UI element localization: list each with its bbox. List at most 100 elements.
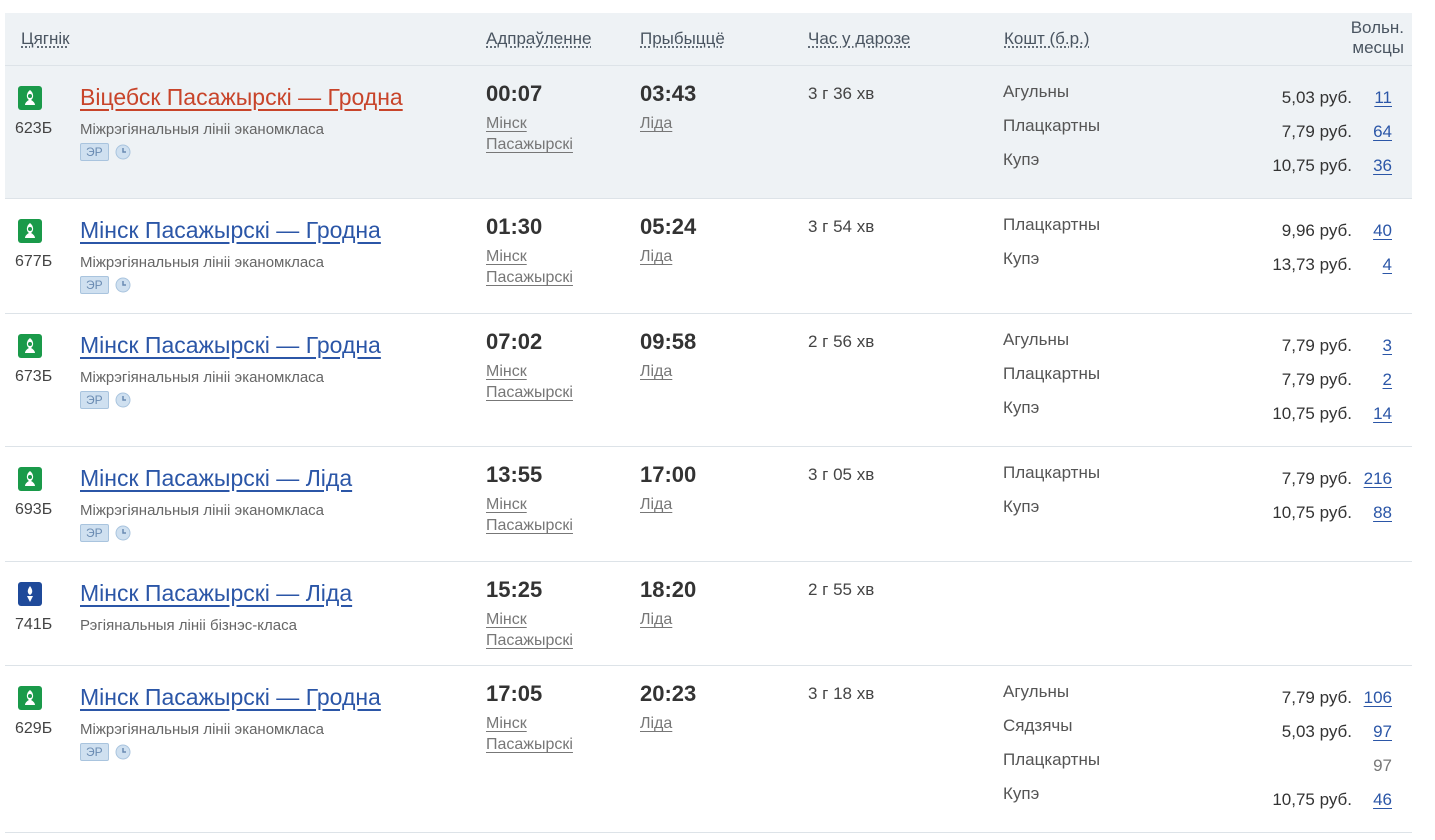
- route-link[interactable]: Мінск Пасажырскі — Гродна: [80, 217, 381, 244]
- travel-duration: 3 г 05 хв: [808, 465, 875, 484]
- class-name: Купэ: [1003, 497, 1040, 516]
- green-train-icon: [18, 686, 42, 710]
- green-train-icon: [18, 334, 42, 358]
- train-number: 677Б: [15, 253, 53, 270]
- departure-station[interactable]: Мінск Пасажырскі: [486, 361, 573, 403]
- er-tag: ЭР: [80, 524, 109, 542]
- departure-time: 15:25: [486, 577, 543, 602]
- route-link[interactable]: Мінск Пасажырскі — Гродна: [80, 684, 381, 711]
- departure-time: 01:30: [486, 214, 543, 239]
- free-seats-link[interactable]: 4: [1383, 255, 1392, 275]
- train-type: Міжрэгіянальныя лініі эканомкласа: [80, 121, 325, 138]
- class-name: Плацкартны: [1003, 215, 1101, 234]
- table-row: 623Б Віцебск Пасажырскі — Гродна Міжрэгі…: [5, 66, 1412, 199]
- departure-station[interactable]: Мінск Пасажырскі: [486, 609, 573, 651]
- class-price: 10,75 руб.: [1272, 790, 1352, 809]
- class-price: 7,79 руб.: [1281, 370, 1352, 389]
- free-seats-link[interactable]: 106: [1364, 688, 1392, 708]
- travel-duration: 2 г 56 хв: [808, 332, 875, 351]
- class-price: 13,73 руб.: [1272, 255, 1352, 274]
- free-seats-link[interactable]: 14: [1373, 404, 1392, 424]
- train-tags: ЭР: [80, 276, 131, 294]
- clock-icon: [115, 144, 131, 160]
- header-arrival[interactable]: Прыбыццё: [640, 29, 725, 49]
- train-number: 741Б: [15, 616, 53, 633]
- route-link[interactable]: Мінск Пасажырскі — Ліда: [80, 580, 352, 607]
- er-tag: ЭР: [80, 143, 109, 161]
- departure-station[interactable]: Мінск Пасажырскі: [486, 713, 573, 755]
- free-seats-link[interactable]: 36: [1373, 156, 1392, 176]
- arrival-station[interactable]: Ліда: [640, 494, 672, 515]
- travel-duration: 3 г 54 хв: [808, 217, 875, 236]
- green-train-icon: [18, 467, 42, 491]
- header-cost[interactable]: Кошт (б.р.): [1004, 29, 1089, 49]
- class-name: Агульны: [1003, 682, 1070, 701]
- travel-duration: 2 г 55 хв: [808, 580, 875, 599]
- header-free-seats: Вольн. месцы: [1350, 18, 1404, 57]
- train-schedule-table: Цягнік Адпраўленне Прыбыццё Час у дарозе…: [5, 13, 1412, 833]
- class-price: 10,75 руб.: [1272, 404, 1352, 423]
- train-type: Міжрэгіянальныя лініі эканомкласа: [80, 502, 325, 519]
- er-tag: ЭР: [80, 391, 109, 409]
- header-train[interactable]: Цягнік: [21, 29, 70, 49]
- free-seats-link[interactable]: 88: [1373, 503, 1392, 523]
- arrival-time: 05:24: [640, 214, 697, 239]
- arrival-station[interactable]: Ліда: [640, 609, 672, 630]
- departure-station[interactable]: Мінск Пасажырскі: [486, 113, 573, 155]
- train-type: Рэгіянальныя лініі бізнэс-класа: [80, 617, 297, 634]
- green-train-icon: [18, 219, 42, 243]
- arrival-station[interactable]: Ліда: [640, 361, 672, 382]
- train-type: Міжрэгіянальныя лініі эканомкласа: [80, 254, 325, 271]
- table-row: 677Б Мінск Пасажырскі — Гродна Міжрэгіян…: [5, 199, 1412, 314]
- class-price: 7,79 руб.: [1281, 469, 1352, 488]
- arrival-time: 20:23: [640, 681, 697, 706]
- er-tag: ЭР: [80, 743, 109, 761]
- table-row: 741Б Мінск Пасажырскі — Ліда Рэгіянальны…: [5, 562, 1412, 666]
- class-price: 7,79 руб.: [1281, 122, 1352, 141]
- arrival-station[interactable]: Ліда: [640, 246, 672, 267]
- arrival-station[interactable]: Ліда: [640, 113, 672, 134]
- departure-station[interactable]: Мінск Пасажырскі: [486, 246, 573, 288]
- train-type: Міжрэгіянальныя лініі эканомкласа: [80, 369, 325, 386]
- free-seats-link[interactable]: 2: [1383, 370, 1392, 390]
- class-name: Купэ: [1003, 784, 1040, 803]
- table-header: Цягнік Адпраўленне Прыбыццё Час у дарозе…: [5, 13, 1412, 66]
- class-price: 9,96 руб.: [1281, 221, 1352, 240]
- departure-station[interactable]: Мінск Пасажырскі: [486, 494, 573, 536]
- green-train-icon: [18, 86, 42, 110]
- header-duration[interactable]: Час у дарозе: [808, 29, 910, 49]
- arrival-time: 03:43: [640, 81, 697, 106]
- blue-train-icon: [18, 582, 42, 606]
- train-number: 693Б: [15, 501, 53, 518]
- train-type: Міжрэгіянальныя лініі эканомкласа: [80, 721, 325, 738]
- class-price: 5,03 руб.: [1281, 88, 1352, 107]
- free-seats-link[interactable]: 46: [1373, 790, 1392, 810]
- free-seats-link[interactable]: 11: [1374, 88, 1392, 108]
- train-tags: ЭР: [80, 524, 131, 542]
- departure-time: 07:02: [486, 329, 543, 354]
- er-tag: ЭР: [80, 276, 109, 294]
- free-seats-link[interactable]: 64: [1373, 122, 1392, 142]
- free-seats-link[interactable]: 3: [1383, 336, 1392, 356]
- class-name: Сядзячы: [1003, 716, 1073, 735]
- class-name: Плацкартны: [1003, 463, 1101, 482]
- free-seats-link[interactable]: 216: [1364, 469, 1392, 489]
- arrival-time: 17:00: [640, 462, 697, 487]
- train-tags: ЭР: [80, 391, 131, 409]
- class-name: Агульны: [1003, 82, 1070, 101]
- departure-time: 17:05: [486, 681, 543, 706]
- class-price: 7,79 руб.: [1281, 336, 1352, 355]
- clock-icon: [115, 525, 131, 541]
- free-seats-link[interactable]: 40: [1373, 221, 1392, 241]
- class-name: Купэ: [1003, 150, 1040, 169]
- arrival-station[interactable]: Ліда: [640, 713, 672, 734]
- class-name: Агульны: [1003, 330, 1070, 349]
- route-link[interactable]: Мінск Пасажырскі — Ліда: [80, 465, 352, 492]
- route-link[interactable]: Віцебск Пасажырскі — Гродна: [80, 84, 403, 111]
- clock-icon: [115, 277, 131, 293]
- free-seats-link[interactable]: 97: [1373, 722, 1392, 742]
- header-departure[interactable]: Адпраўленне: [486, 29, 591, 49]
- free-seats-count: 97: [1373, 756, 1392, 775]
- travel-duration: 3 г 36 хв: [808, 84, 875, 103]
- route-link[interactable]: Мінск Пасажырскі — Гродна: [80, 332, 381, 359]
